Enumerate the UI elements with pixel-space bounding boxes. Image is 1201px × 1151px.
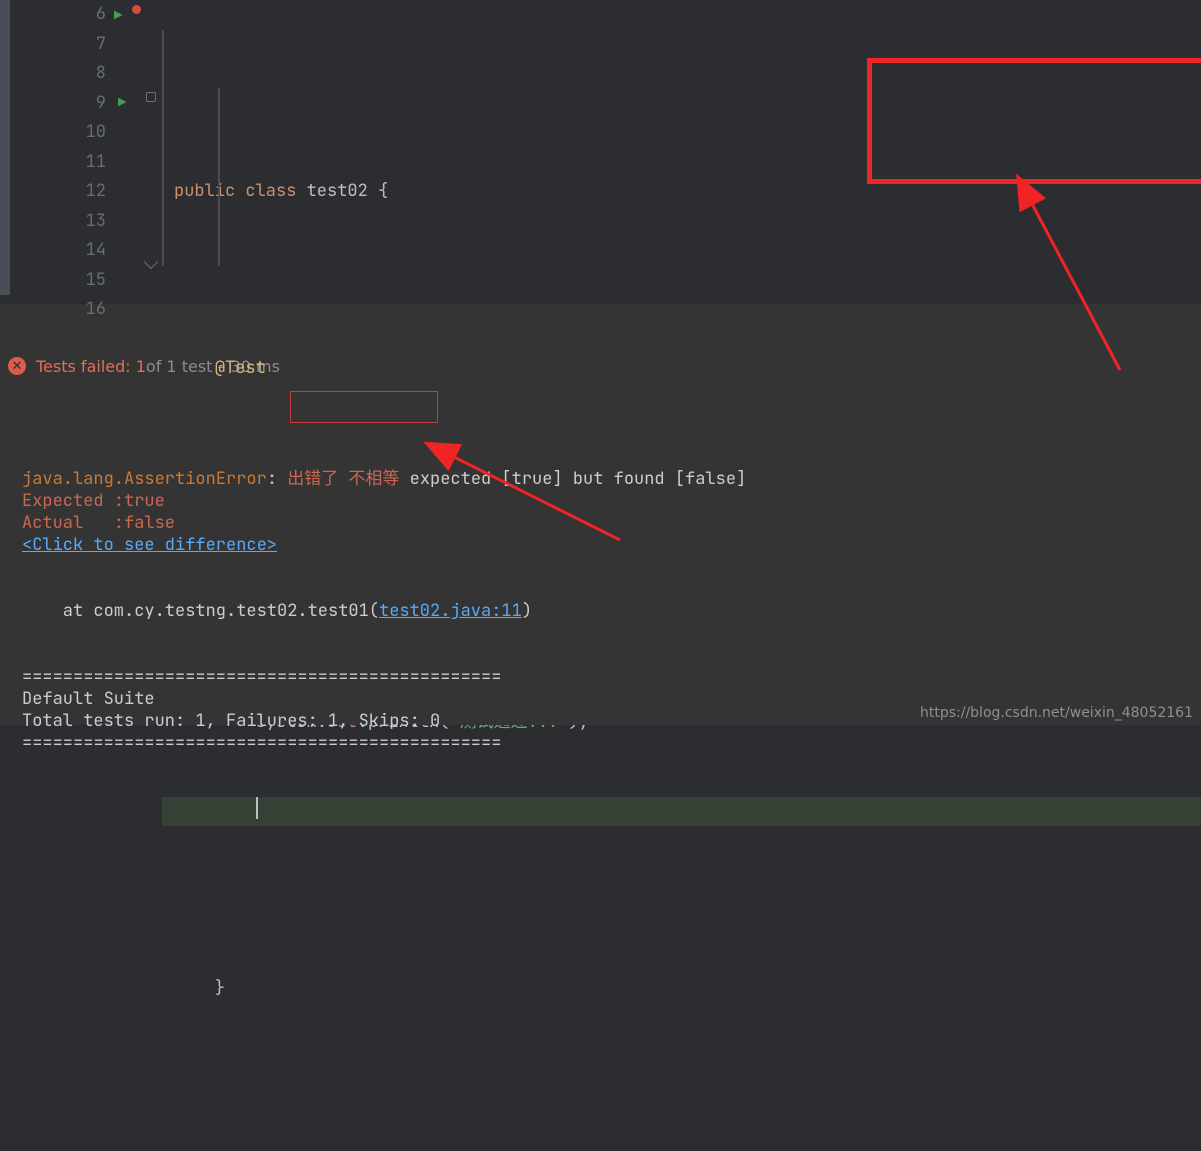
line-number: 15 <box>54 266 106 296</box>
line-number: 6 <box>54 0 106 30</box>
suite-name: Default Suite <box>22 688 155 710</box>
line-number: 11 <box>54 148 106 178</box>
run-icon[interactable]: ▶ <box>114 2 122 32</box>
marker-gutter <box>0 0 54 304</box>
code-line <box>162 885 1201 915</box>
code-line: public class test02 { <box>162 177 1201 207</box>
stacktrace-link[interactable]: test02.java:11 <box>379 600 522 622</box>
code-line <box>162 797 1201 827</box>
line-number: 16 <box>54 295 106 325</box>
exception-name: java.lang.AssertionError <box>22 468 267 490</box>
run-icon[interactable]: ▶ <box>118 89 126 119</box>
line-number: 8 <box>54 59 106 89</box>
line-number-gutter: 6 7 8 9 10 11 12 13 14 15 16 <box>54 0 114 304</box>
code-line: } <box>162 974 1201 1004</box>
code-line: @Test <box>162 354 1201 384</box>
icon-gutter: ▶ ▶ <box>114 0 162 304</box>
indent-guide <box>218 88 220 266</box>
indent-guide <box>162 30 164 266</box>
code-line <box>162 1062 1201 1092</box>
line-number: 14 <box>54 236 106 266</box>
code-line <box>162 266 1201 296</box>
highlight-box <box>867 58 1201 184</box>
test-fail-count: Tests failed: 1 <box>36 357 146 376</box>
caret-icon <box>256 797 258 819</box>
fold-close-icon[interactable] <box>144 255 158 269</box>
line-number: 10 <box>54 118 106 148</box>
fold-icon[interactable] <box>146 92 156 102</box>
line-number: 9 <box>54 89 106 119</box>
line-number: 12 <box>54 177 106 207</box>
expected-line: Expected :true <box>22 490 165 512</box>
diff-link[interactable]: <Click to see difference> <box>22 534 277 556</box>
watermark: https://blog.csdn.net/weixin_48052161 <box>920 705 1193 721</box>
line-number: 7 <box>54 30 106 60</box>
highlight-box <box>290 391 438 423</box>
code-editor[interactable]: 6 7 8 9 10 11 12 13 14 15 16 ▶ ▶ public … <box>0 0 1201 304</box>
actual-line: Actual :false <box>22 512 175 534</box>
fail-icon: ✕ <box>8 357 26 375</box>
line-number: 13 <box>54 207 106 237</box>
gutter-strip <box>0 0 10 295</box>
totals-line: Total tests run: 1, Failures: 1, Skips: … <box>22 710 440 732</box>
code-area[interactable]: public class test02 { @Test public void … <box>162 0 1201 304</box>
breakpoint-icon[interactable] <box>132 5 141 14</box>
exception-message: 出错了 不相等 <box>287 468 399 490</box>
console-output[interactable]: java.lang.AssertionError: 出错了 不相等 expect… <box>0 382 1201 725</box>
